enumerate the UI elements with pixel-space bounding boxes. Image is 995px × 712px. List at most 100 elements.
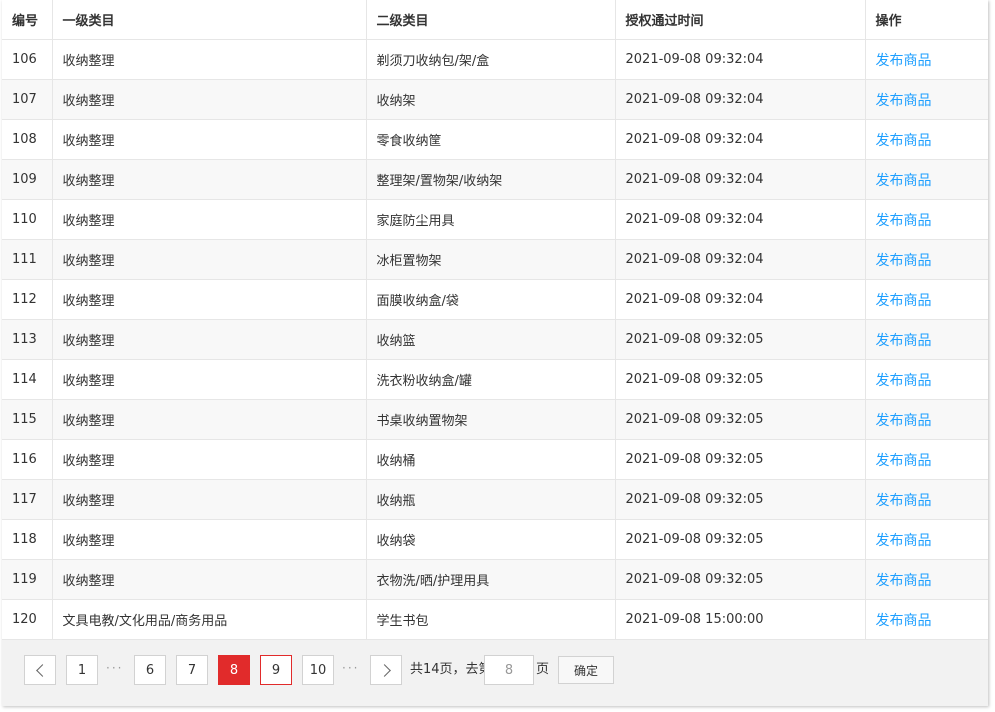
publish-product-link[interactable]: 发布商品 (876, 253, 932, 269)
table-header-row: 编号 一级类目 二级类目 授权通过时间 操作 (2, 0, 988, 40)
row-level1-cell: 文具电教/文化用品/商务用品 (52, 599, 367, 640)
publish-product-link[interactable]: 发布商品 (876, 533, 932, 549)
table-row: 120 文具电教/文化用品/商务用品 学生书包 2021-09-08 15:00:00… (2, 599, 988, 640)
row-level1-cell: 收纳整理 (52, 239, 367, 280)
publish-product-link[interactable]: 发布商品 (876, 173, 932, 189)
row-id-cell: 110 (2, 199, 53, 240)
row-level2-cell: 洗衣粉收纳盒/罐 (366, 359, 616, 400)
row-auth-time-cell: 2021-09-08 09:32:05 (615, 359, 866, 400)
row-id-cell: 109 (2, 159, 53, 200)
row-auth-time-cell: 2021-09-08 09:32:05 (615, 519, 866, 560)
table-row: 109 收纳整理 整理架/置物架/收纳架 2021-09-08 09:32:04 发布商… (2, 159, 988, 200)
table-row: 114 收纳整理 洗衣粉收纳盒/罐 2021-09-08 09:32:05 发布商品 (2, 359, 988, 400)
row-level2-cell: 剃须刀收纳包/架/盒 (366, 39, 616, 80)
publish-product-link[interactable]: 发布商品 (876, 93, 932, 109)
publish-product-link[interactable]: 发布商品 (876, 373, 932, 389)
row-id-cell: 115 (2, 399, 53, 440)
row-auth-time-cell: 2021-09-08 09:32:04 (615, 79, 866, 120)
row-level1-cell: 收纳整理 (52, 399, 367, 440)
row-action-cell: 发布商品 (865, 319, 988, 360)
page-1-button[interactable]: 1 (66, 655, 98, 685)
pagination: 1 ··· 6 7 8 9 10 ··· 共14页，去第 页 确定 (2, 640, 988, 700)
row-id-cell: 118 (2, 519, 53, 560)
row-id-cell: 120 (2, 599, 53, 640)
row-id-cell: 113 (2, 319, 53, 360)
row-auth-time-cell: 2021-09-08 09:32:05 (615, 479, 866, 520)
row-auth-time-cell: 2021-09-08 09:32:04 (615, 279, 866, 320)
page-suffix-text: 页 (536, 662, 550, 677)
header-action: 操作 (865, 0, 988, 40)
publish-product-link[interactable]: 发布商品 (876, 213, 932, 229)
publish-product-link[interactable]: 发布商品 (876, 413, 932, 429)
row-level1-cell: 收纳整理 (52, 439, 367, 480)
row-level2-cell: 收纳篮 (366, 319, 616, 360)
row-level1-cell: 收纳整理 (52, 479, 367, 520)
page-10-button[interactable]: 10 (302, 655, 334, 685)
prev-page-button[interactable] (24, 655, 56, 685)
pagination-ellipsis: ··· (342, 661, 360, 675)
row-action-cell: 发布商品 (865, 559, 988, 600)
table-row: 111 收纳整理 冰柜置物架 2021-09-08 09:32:04 发布商品 (2, 239, 988, 280)
row-level1-cell: 收纳整理 (52, 559, 367, 600)
publish-product-link[interactable]: 发布商品 (876, 453, 932, 469)
publish-product-link[interactable]: 发布商品 (876, 493, 932, 509)
publish-product-link[interactable]: 发布商品 (876, 333, 932, 349)
row-level1-cell: 收纳整理 (52, 39, 367, 80)
row-auth-time-cell: 2021-09-08 09:32:04 (615, 239, 866, 280)
row-action-cell: 发布商品 (865, 599, 988, 640)
row-level1-cell: 收纳整理 (52, 159, 367, 200)
row-auth-time-cell: 2021-09-08 09:32:04 (615, 159, 866, 200)
row-action-cell: 发布商品 (865, 79, 988, 120)
page-6-button[interactable]: 6 (134, 655, 166, 685)
next-page-button[interactable] (370, 655, 402, 685)
table-row: 106 收纳整理 剃须刀收纳包/架/盒 2021-09-08 09:32:04 发布商品 (2, 39, 988, 80)
row-level2-cell: 冰柜置物架 (366, 239, 616, 280)
row-level2-cell: 面膜收纳盒/袋 (366, 279, 616, 320)
row-level2-cell: 衣物洗/晒/护理用具 (366, 559, 616, 600)
header-auth-time: 授权通过时间 (615, 0, 866, 40)
row-auth-time-cell: 2021-09-08 09:32:05 (615, 559, 866, 600)
chevron-right-icon (377, 663, 391, 677)
row-id-cell: 108 (2, 119, 53, 160)
page-9-button[interactable]: 9 (260, 655, 292, 685)
page-jump-input[interactable] (484, 655, 534, 685)
table-row: 113 收纳整理 收纳篮 2021-09-08 09:32:05 发布商品 (2, 319, 988, 360)
publish-product-link[interactable]: 发布商品 (876, 133, 932, 149)
row-level2-cell: 零食收纳筐 (366, 119, 616, 160)
row-id-cell: 112 (2, 279, 53, 320)
row-action-cell: 发布商品 (865, 119, 988, 160)
chevron-left-icon (35, 663, 49, 677)
publish-product-link[interactable]: 发布商品 (876, 573, 932, 589)
publish-product-link[interactable]: 发布商品 (876, 613, 932, 629)
table-row: 112 收纳整理 面膜收纳盒/袋 2021-09-08 09:32:04 发布商品 (2, 279, 988, 320)
row-action-cell: 发布商品 (865, 399, 988, 440)
row-level2-cell: 书桌收纳置物架 (366, 399, 616, 440)
row-auth-time-cell: 2021-09-08 15:00:00 (615, 599, 866, 640)
row-action-cell: 发布商品 (865, 439, 988, 480)
category-table: 编号 一级类目 二级类目 授权通过时间 操作 106 收纳整理 剃须刀收纳包/架/盒… (2, 0, 988, 640)
row-action-cell: 发布商品 (865, 199, 988, 240)
row-level2-cell: 整理架/置物架/收纳架 (366, 159, 616, 200)
row-auth-time-cell: 2021-09-08 09:32:05 (615, 319, 866, 360)
row-level1-cell: 收纳整理 (52, 319, 367, 360)
publish-product-link[interactable]: 发布商品 (876, 53, 932, 69)
header-id: 编号 (2, 0, 53, 40)
row-auth-time-cell: 2021-09-08 09:32:04 (615, 199, 866, 240)
row-action-cell: 发布商品 (865, 39, 988, 80)
row-auth-time-cell: 2021-09-08 09:32:04 (615, 119, 866, 160)
publish-product-link[interactable]: 发布商品 (876, 293, 932, 309)
row-id-cell: 116 (2, 439, 53, 480)
row-level2-cell: 收纳瓶 (366, 479, 616, 520)
page-8-button-current[interactable]: 8 (218, 655, 250, 685)
page-7-button[interactable]: 7 (176, 655, 208, 685)
row-action-cell: 发布商品 (865, 279, 988, 320)
table-row: 118 收纳整理 收纳袋 2021-09-08 09:32:05 发布商品 (2, 519, 988, 560)
confirm-jump-button[interactable]: 确定 (558, 656, 614, 684)
row-level1-cell: 收纳整理 (52, 79, 367, 120)
row-id-cell: 114 (2, 359, 53, 400)
header-level1: 一级类目 (52, 0, 367, 40)
row-auth-time-cell: 2021-09-08 09:32:05 (615, 439, 866, 480)
table-row: 117 收纳整理 收纳瓶 2021-09-08 09:32:05 发布商品 (2, 479, 988, 520)
row-level1-cell: 收纳整理 (52, 199, 367, 240)
row-action-cell: 发布商品 (865, 239, 988, 280)
